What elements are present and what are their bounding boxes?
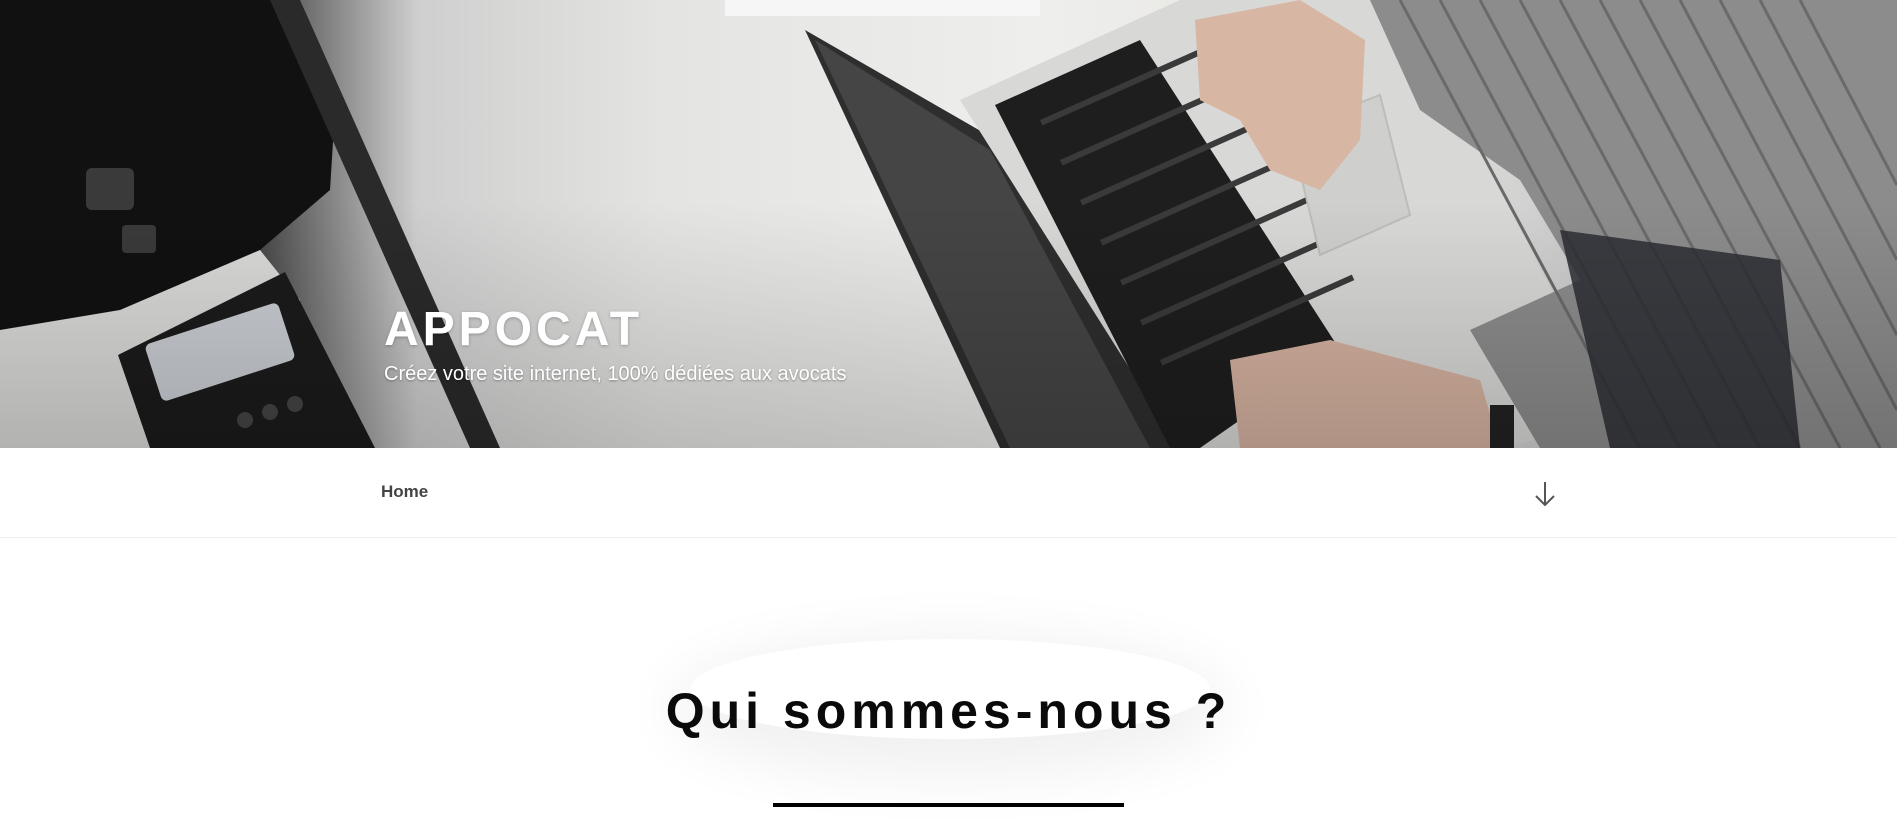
main-navigation: Home [0,448,1897,538]
main-content: Qui sommes-nous ? [0,539,1897,837]
heading-underline [773,803,1124,807]
hero-shade [0,0,1897,448]
section-heading: Qui sommes-nous ? [665,683,1232,739]
arrow-down-icon[interactable] [1532,479,1558,509]
site-tagline: Créez votre site internet, 100% dédiées … [384,363,847,385]
site-title[interactable]: APPOCAT [384,302,643,358]
hero-header: APPOCAT Créez votre site internet, 100% … [0,0,1897,448]
nav-item-home[interactable]: Home [381,482,428,502]
